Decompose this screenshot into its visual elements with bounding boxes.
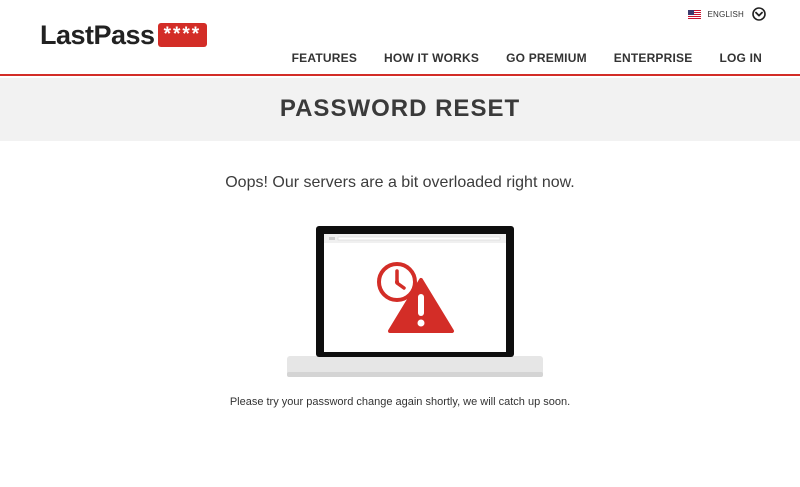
logo-text: LastPass — [40, 20, 155, 50]
nav-how-it-works[interactable]: HOW IT WORKS — [384, 51, 479, 65]
laptop-icon — [287, 226, 543, 377]
clock-icon — [377, 262, 417, 302]
nav-go-premium[interactable]: GO PREMIUM — [506, 51, 587, 65]
site-header: LastPass **** ENGLISH FEATURES HOW IT WO… — [0, 0, 800, 76]
nav-log-in[interactable]: LOG IN — [719, 51, 762, 65]
main-nav: FEATURES HOW IT WORKS GO PREMIUM ENTERPR… — [265, 51, 762, 65]
language-label: ENGLISH — [707, 9, 744, 19]
retry-message: Please try your password change again sh… — [229, 396, 571, 408]
title-band: PASSWORD RESET — [0, 78, 800, 141]
lastpass-logo[interactable]: LastPass **** — [40, 20, 208, 50]
error-message: Oops! Our servers are a bit overloaded r… — [225, 174, 575, 191]
page-title: PASSWORD RESET — [279, 94, 521, 122]
us-flag-icon — [688, 9, 702, 19]
language-selector[interactable]: ENGLISH — [688, 7, 766, 21]
logo-stars: **** — [157, 23, 208, 47]
nav-features[interactable]: FEATURES — [292, 51, 357, 65]
nav-enterprise[interactable]: ENTERPRISE — [614, 51, 693, 65]
chevron-down-icon[interactable] — [752, 7, 766, 21]
